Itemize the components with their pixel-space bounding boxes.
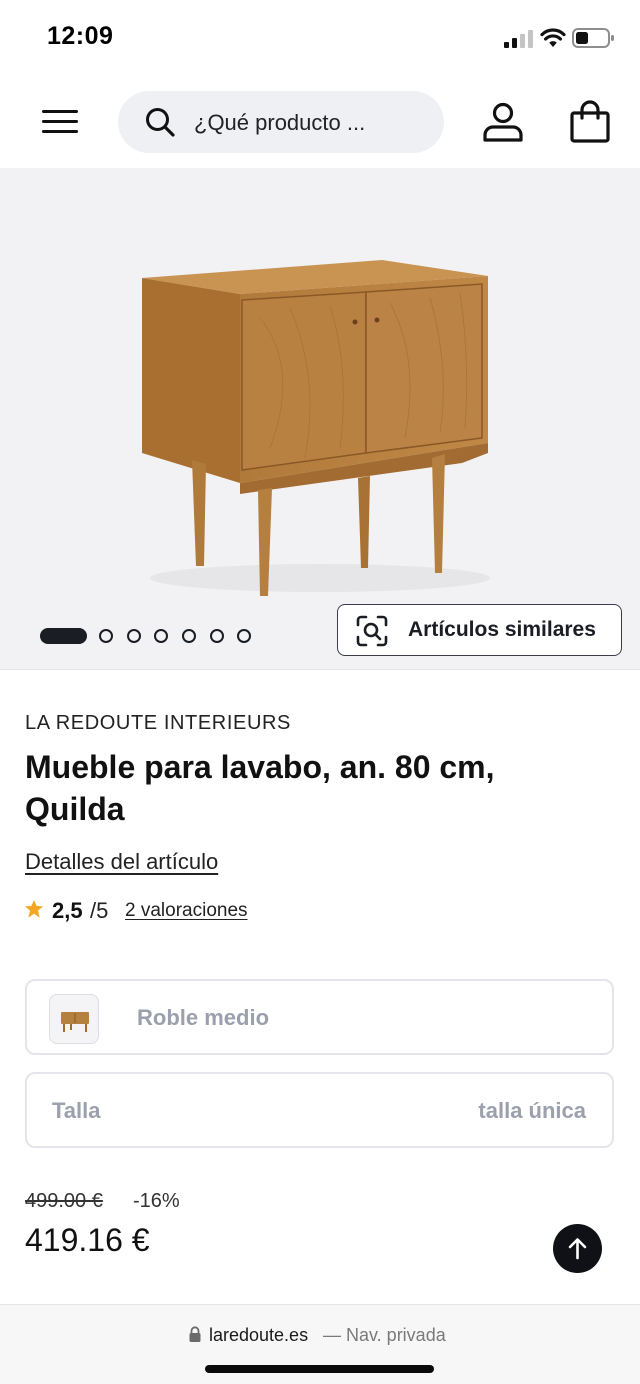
product-title: Mueble para lavabo, an. 80 cm, Quilda xyxy=(25,749,495,827)
wifi-icon xyxy=(540,28,566,47)
color-selector-label: Roble medio xyxy=(137,1005,270,1030)
browser-mode: — Nav. privada xyxy=(323,1325,446,1345)
battery-icon xyxy=(572,28,614,48)
pagination-dot[interactable] xyxy=(210,629,224,643)
user-icon[interactable] xyxy=(482,101,524,143)
color-selector[interactable]: Roble medio xyxy=(25,979,614,1055)
color-swatch-image xyxy=(61,1012,89,1032)
browser-address-bar[interactable]: laredoute.es — Nav. privada xyxy=(0,1304,640,1384)
size-selector-label: Talla xyxy=(52,1098,101,1123)
pagination-dot[interactable] xyxy=(237,629,251,643)
color-swatch xyxy=(49,994,99,1044)
product-brand[interactable]: LA REDOUTE INTERIEURS xyxy=(25,712,291,735)
current-price: 419.16 € xyxy=(25,1222,150,1258)
lock-icon xyxy=(189,1326,201,1342)
star-icon xyxy=(25,900,43,918)
size-selector-value: talla única xyxy=(478,1098,586,1123)
similar-items-button[interactable]: Artículos similares xyxy=(337,604,622,656)
pagination-dot-active[interactable] xyxy=(40,628,87,644)
pagination-dot[interactable] xyxy=(127,629,141,643)
page: 12:09 ¿Qué producto ... Artículos simila… xyxy=(0,0,640,1384)
pagination-dot[interactable] xyxy=(154,629,168,643)
arrow-up-icon xyxy=(568,1238,587,1260)
menu-button[interactable] xyxy=(42,106,80,136)
product-image xyxy=(142,260,490,596)
discount-badge: -16% xyxy=(133,1190,180,1212)
search-bar[interactable]: ¿Qué producto ... xyxy=(118,91,444,153)
pagination-dot[interactable] xyxy=(182,629,196,643)
rating-value: 2,5 xyxy=(52,898,83,923)
pagination-dot[interactable] xyxy=(99,629,113,643)
similar-items-label: Artículos similares xyxy=(408,618,596,641)
home-indicator[interactable] xyxy=(205,1365,434,1373)
old-price: 499.00 € xyxy=(25,1190,103,1212)
rating-max: /5 xyxy=(90,898,109,923)
cellular-signal-icon xyxy=(504,30,533,48)
browser-url[interactable]: laredoute.es xyxy=(209,1325,308,1346)
product-details-link[interactable]: Detalles del artículo xyxy=(25,849,218,875)
visual-search-icon xyxy=(356,615,388,647)
search-input[interactable]: ¿Qué producto ... xyxy=(194,110,365,136)
search-icon xyxy=(146,108,175,137)
size-selector[interactable]: Talla talla única xyxy=(25,1072,614,1148)
site-header: ¿Qué producto ... xyxy=(0,76,640,168)
scroll-to-top-button[interactable] xyxy=(553,1224,602,1273)
status-time: 12:09 xyxy=(47,22,114,50)
status-bar: 12:09 xyxy=(0,0,640,76)
reviews-link[interactable]: 2 valoraciones xyxy=(125,900,248,922)
product-gallery[interactable]: Artículos similares xyxy=(0,168,640,670)
shopping-bag-icon[interactable] xyxy=(568,100,612,144)
